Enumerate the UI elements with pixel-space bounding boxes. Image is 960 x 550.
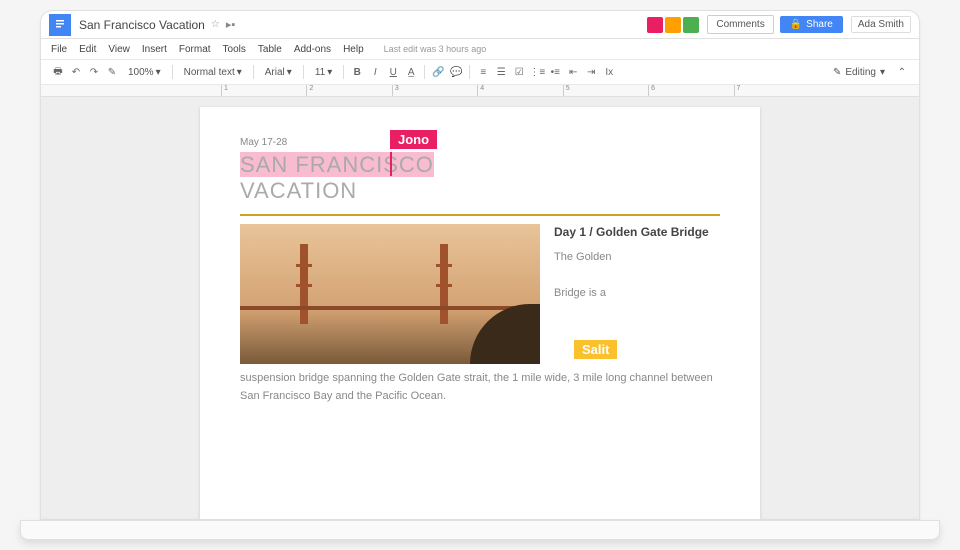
body-fragment: The Golden: [554, 249, 720, 266]
account-name[interactable]: Ada Smith: [851, 16, 911, 33]
ruler-tick: 6: [648, 85, 733, 96]
indent-icon[interactable]: ⇥: [584, 65, 598, 79]
paintformat-icon[interactable]: ✎: [105, 65, 119, 79]
undo-icon[interactable]: ↶: [69, 65, 83, 79]
print-icon[interactable]: 🖶: [51, 65, 65, 79]
pencil-icon: ✎: [833, 67, 841, 78]
folder-icon[interactable]: ▸▪: [226, 18, 235, 31]
date-text: May 17-28: [240, 137, 720, 148]
document-canvas: May 17-28 Jono SAN FRANCISCO VACATION: [41, 97, 919, 519]
align-icon[interactable]: ≡: [476, 65, 490, 79]
font-select[interactable]: Arial ▾: [260, 64, 297, 81]
divider-line: [240, 214, 720, 216]
menu-file[interactable]: File: [51, 44, 67, 55]
heading-line-1: SAN FRANCISCO: [240, 152, 720, 178]
clear-icon[interactable]: Ix: [602, 65, 616, 79]
ruler[interactable]: 1 2 3 4 5 6 7: [41, 85, 919, 97]
text-color-icon[interactable]: A̲: [404, 65, 418, 79]
paragraph-style-select[interactable]: Normal text ▾: [179, 64, 247, 81]
avatar[interactable]: [665, 17, 681, 33]
star-icon[interactable]: ☆: [211, 19, 220, 30]
linespacing-icon[interactable]: ☰: [494, 65, 508, 79]
numlist-icon[interactable]: ⋮≡: [530, 65, 544, 79]
ruler-tick: 4: [477, 85, 562, 96]
last-edit-text: Last edit was 3 hours ago: [384, 44, 487, 54]
outdent-icon[interactable]: ⇤: [566, 65, 580, 79]
underline-icon[interactable]: U: [386, 65, 400, 79]
list-icon[interactable]: ☑: [512, 65, 526, 79]
document-page[interactable]: May 17-28 Jono SAN FRANCISCO VACATION: [200, 107, 760, 519]
title-bar: San Francisco Vacation ☆ ▸▪ Comments 🔒 S…: [41, 11, 919, 39]
ruler-tick: 1: [221, 85, 306, 96]
ruler-tick: 5: [563, 85, 648, 96]
link-icon[interactable]: 🔗: [431, 65, 445, 79]
docs-app-icon[interactable]: [49, 14, 71, 36]
mode-select[interactable]: ✎ Editing ▾: [833, 67, 885, 78]
bold-icon[interactable]: B: [350, 65, 364, 79]
ruler-tick: 3: [392, 85, 477, 96]
italic-icon[interactable]: I: [368, 65, 382, 79]
heading-block: Jono SAN FRANCISCO VACATION: [240, 152, 720, 204]
comment-icon[interactable]: 💬: [449, 65, 463, 79]
comments-button[interactable]: Comments: [707, 15, 773, 34]
ruler-tick: 2: [306, 85, 391, 96]
day-heading: Day 1 / Golden Gate Bridge: [554, 224, 720, 241]
collaborator-cursor-jono: [390, 152, 392, 176]
side-text-column: Day 1 / Golden Gate Bridge The Golden Sa…: [554, 224, 720, 364]
laptop-base: [20, 520, 940, 540]
font-size-select[interactable]: 11 ▾: [310, 64, 337, 81]
collaborator-avatars: [647, 17, 699, 33]
toolbar: 🖶 ↶ ↷ ✎ 100% ▾ Normal text ▾ Arial ▾ 11 …: [41, 59, 919, 85]
menu-format[interactable]: Format: [179, 44, 211, 55]
document-title[interactable]: San Francisco Vacation: [79, 18, 205, 32]
bulletlist-icon[interactable]: •≡: [548, 65, 562, 79]
menu-help[interactable]: Help: [343, 44, 364, 55]
collaborator-cursor-tag: Salit: [574, 340, 617, 359]
collaborator-cursor-tag: Jono: [390, 130, 437, 149]
menu-tools[interactable]: Tools: [223, 44, 246, 55]
inline-image[interactable]: [240, 224, 540, 364]
avatar[interactable]: [647, 17, 663, 33]
share-button[interactable]: 🔒 Share: [780, 16, 843, 33]
share-label: Share: [806, 19, 833, 30]
menu-view[interactable]: View: [108, 44, 130, 55]
menu-table[interactable]: Table: [258, 44, 282, 55]
zoom-select[interactable]: 100% ▾: [123, 64, 166, 81]
menu-edit[interactable]: Edit: [79, 44, 96, 55]
chevron-up-icon[interactable]: ⌃: [895, 65, 909, 79]
body-fragment: Bridge is a: [554, 287, 720, 299]
heading-line-2: VACATION: [240, 178, 720, 204]
ruler-tick: 7: [734, 85, 819, 96]
redo-icon[interactable]: ↷: [87, 65, 101, 79]
menu-insert[interactable]: Insert: [142, 44, 167, 55]
lock-icon: 🔒: [790, 19, 802, 30]
avatar[interactable]: [683, 17, 699, 33]
menu-addons[interactable]: Add-ons: [294, 44, 331, 55]
menu-bar: File Edit View Insert Format Tools Table…: [41, 39, 919, 59]
body-paragraph: suspension bridge spanning the Golden Ga…: [240, 370, 720, 405]
